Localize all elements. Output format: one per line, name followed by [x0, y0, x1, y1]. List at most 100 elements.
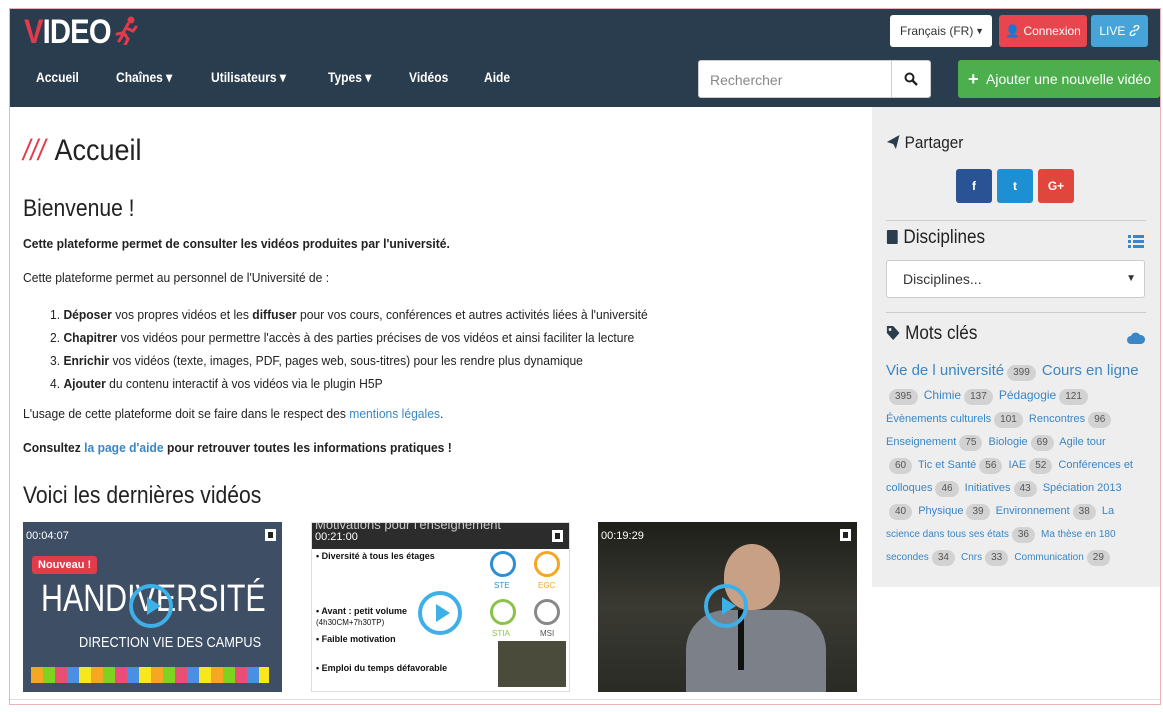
browser-frame: VIDEO Français (FR) ▼ 👤 Connexion LIVE A…	[9, 8, 1161, 705]
latest-videos-heading: Voici les dernières vidéos	[23, 482, 262, 509]
keyword-link[interactable]: Spéciation 2013	[1043, 482, 1122, 494]
keyword-link[interactable]: Biologie	[989, 436, 1028, 448]
keyword-count: 60	[889, 458, 913, 474]
keyword-count: 101	[994, 412, 1023, 428]
plus-icon: +	[968, 69, 979, 89]
keyword-count: 29	[1086, 550, 1110, 566]
nav-accueil[interactable]: Accueil	[36, 69, 79, 86]
divider	[886, 220, 1146, 221]
logo-v: V	[24, 13, 43, 51]
paper-plane-icon	[886, 135, 900, 149]
keyword-count: 38	[1072, 504, 1096, 520]
help-link[interactable]: la page d'aide	[84, 440, 163, 455]
keyword-link[interactable]: Cnrs	[961, 552, 982, 563]
add-video-label: Ajouter une nouvelle vidéo	[986, 71, 1152, 87]
keyword-count: 52	[1029, 458, 1053, 474]
tag-icon	[886, 326, 900, 340]
keyword-link[interactable]: Physique	[918, 505, 963, 517]
film-icon	[552, 530, 563, 542]
keyword-cloud: Vie de l université 399 Cours en ligne 39…	[886, 359, 1148, 569]
keyword-link[interactable]: Enseignement	[886, 436, 956, 448]
list-item: 2. Chapitrer vos vidéos pour permettre l…	[50, 330, 635, 345]
handiversite-subtitle: DIRECTION VIE DES CAMPUS	[79, 634, 262, 651]
link-icon	[1129, 24, 1140, 37]
keyword-count: 75	[959, 435, 983, 451]
list-item: 1. Déposer vos propres vidéos et les dif…	[50, 307, 648, 322]
divider	[886, 312, 1146, 313]
google-plus-share-button[interactable]: G+	[1038, 169, 1074, 203]
search-icon	[904, 72, 918, 86]
play-icon[interactable]	[129, 584, 173, 628]
legal-link[interactable]: mentions légales	[349, 406, 440, 421]
disciplines-select[interactable]: Disciplines... ▼	[886, 260, 1145, 298]
keyword-link[interactable]: Conférences et	[1058, 459, 1133, 471]
keyword-count: 33	[985, 550, 1009, 566]
discipline-circles: STE EGC STIA MSI	[484, 549, 568, 649]
keyword-link[interactable]: Ma thèse en 180	[1041, 529, 1116, 540]
keyword-link[interactable]: Tic et Santé	[918, 459, 976, 471]
video-duration: 00:04:07	[26, 530, 69, 542]
keyword-link[interactable]: Agile tour	[1059, 436, 1105, 448]
keyword-link[interactable]: secondes	[886, 552, 929, 563]
keyword-count: 395	[889, 389, 918, 405]
keyword-count: 96	[1088, 412, 1112, 428]
keyword-link[interactable]: IAE	[1008, 459, 1026, 471]
keyword-link[interactable]: Pédagogie	[999, 388, 1056, 402]
intro-text: Cette plateforme permet au personnel de …	[23, 270, 330, 285]
keyword-link[interactable]: Chimie	[924, 388, 961, 402]
search-input[interactable]: Rechercher	[698, 60, 892, 98]
video-duration: 00:21:00	[315, 531, 358, 543]
nav-types[interactable]: Types ▾	[328, 69, 371, 86]
keyword-count: 46	[935, 481, 959, 497]
logo-text: IDEO	[42, 13, 112, 51]
nav-utilisateurs[interactable]: Utilisateurs ▾	[211, 69, 286, 86]
site-logo[interactable]: VIDEO	[24, 13, 112, 52]
keyword-link[interactable]: Vie de l université	[886, 362, 1004, 379]
help-paragraph: Consultez la page d'aide pour retrouver …	[23, 440, 452, 455]
login-label: Connexion	[1023, 24, 1081, 38]
add-video-button[interactable]: + Ajouter une nouvelle vidéo	[958, 60, 1160, 98]
cloud-icon[interactable]	[1126, 331, 1146, 345]
nav-aide[interactable]: Aide	[484, 69, 510, 86]
caret-down-icon: ▼	[1126, 273, 1136, 284]
play-icon[interactable]	[418, 591, 462, 635]
keyword-link[interactable]: La	[1102, 505, 1114, 517]
keyword-count: 399	[1007, 365, 1036, 381]
new-badge: Nouveau !	[32, 556, 98, 574]
keyword-link[interactable]: Communication	[1014, 552, 1083, 563]
facebook-share-button[interactable]: f	[956, 169, 992, 203]
live-button[interactable]: LIVE	[1091, 15, 1148, 47]
login-button[interactable]: 👤 Connexion	[999, 15, 1087, 47]
page-title-text: Accueil	[54, 134, 142, 167]
search-button[interactable]	[891, 60, 931, 98]
keyword-link[interactable]: colloques	[886, 482, 932, 494]
video-thumbnail[interactable]: 00:19:29	[598, 522, 857, 692]
list-icon[interactable]	[1128, 235, 1144, 249]
twitter-share-button[interactable]: t	[997, 169, 1033, 203]
video-thumbnail[interactable]: 00:04:07 Nouveau ! HANDIVERSITÉ DIRECTIO…	[23, 522, 282, 692]
keyword-link[interactable]: Initiatives	[965, 482, 1011, 494]
keyword-count: 121	[1059, 389, 1088, 405]
live-label: LIVE	[1099, 24, 1126, 38]
keyword-link[interactable]: Environnement	[996, 505, 1070, 517]
main-nav: Accueil Chaînes ▾ Utilisateurs ▾ Types ▾…	[36, 69, 545, 86]
language-select[interactable]: Français (FR) ▼	[890, 15, 992, 47]
disciplines-heading: Disciplines	[886, 227, 985, 249]
sidebar: Partager f t G+ Disciplines Disciplines.…	[872, 107, 1160, 587]
video-thumbnail[interactable]: Motivations pour l'enseignement 00:21:00…	[311, 522, 570, 692]
list-item: 3. Enrichir vos vidéos (texte, images, P…	[50, 353, 583, 368]
keyword-link[interactable]: Évènements culturels	[886, 413, 991, 425]
keyword-link[interactable]: Rencontres	[1029, 413, 1085, 425]
keyword-link[interactable]: science dans tous ses états	[886, 529, 1009, 540]
bottom-divider	[10, 699, 1160, 700]
nav-chaines[interactable]: Chaînes ▾	[116, 69, 172, 86]
keyword-link[interactable]: Cours en ligne	[1042, 362, 1139, 379]
keyword-count: 34	[931, 550, 955, 566]
play-icon[interactable]	[704, 584, 748, 628]
keywords-heading: Mots clés	[886, 323, 977, 345]
speaker-body	[686, 610, 826, 692]
keyword-count: 137	[964, 389, 993, 405]
keyword-count: 36	[1011, 527, 1035, 543]
nav-videos[interactable]: Vidéos	[409, 69, 448, 86]
list-item: 4. Ajouter du contenu interactif à vos v…	[50, 376, 383, 391]
